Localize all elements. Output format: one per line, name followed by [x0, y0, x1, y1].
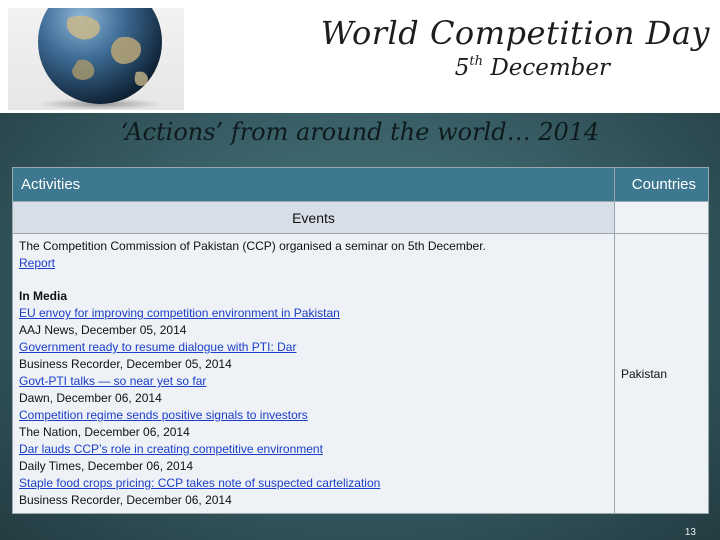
globe-icon	[38, 8, 162, 110]
media-source: Dawn, December 06, 2014	[19, 391, 162, 405]
events-label: Events	[12, 201, 615, 234]
media-heading: In Media	[19, 289, 68, 303]
media-link[interactable]: EU envoy for improving competition envir…	[19, 305, 608, 322]
media-link[interactable]: Govt-PTI talks — so near yet so far	[19, 373, 608, 390]
slide-header: World Competition Day 5th December	[0, 0, 720, 113]
activities-table: Activities Countries Events The Competit…	[12, 167, 709, 514]
date-suffix: th	[469, 54, 483, 69]
intro-text: The Competition Commission of Pakistan (…	[19, 239, 486, 253]
page-number: 13	[684, 527, 696, 538]
media-source: Business Recorder, December 05, 2014	[19, 357, 232, 371]
report-link[interactable]: Report	[19, 255, 608, 272]
events-country-cell	[614, 201, 709, 234]
date-month: December	[490, 55, 610, 81]
globe-image	[8, 8, 184, 110]
media-link[interactable]: Dar lauds CCP’s role in creating competi…	[19, 441, 608, 458]
media-source: AAJ News, December 05, 2014	[19, 323, 187, 337]
slide-subtitle: ‘Actions’ from around the world… 2014	[120, 118, 600, 146]
activities-content: The Competition Commission of Pakistan (…	[12, 233, 615, 514]
column-header-countries: Countries	[614, 167, 709, 202]
column-header-activities: Activities	[12, 167, 615, 202]
date-day: 5	[454, 55, 470, 81]
media-source: Daily Times, December 06, 2014	[19, 459, 194, 473]
media-link[interactable]: Staple food crops pricing: CCP takes not…	[19, 475, 608, 492]
media-source: Business Recorder, December 06, 2014	[19, 493, 232, 507]
media-source: The Nation, December 06, 2014	[19, 425, 190, 439]
media-link[interactable]: Competition regime sends positive signal…	[19, 407, 608, 424]
country-cell: Pakistan	[614, 233, 709, 514]
media-link[interactable]: Government ready to resume dialogue with…	[19, 339, 608, 356]
slide-date: 5th December	[380, 54, 610, 81]
slide-title: World Competition Day	[320, 14, 710, 52]
